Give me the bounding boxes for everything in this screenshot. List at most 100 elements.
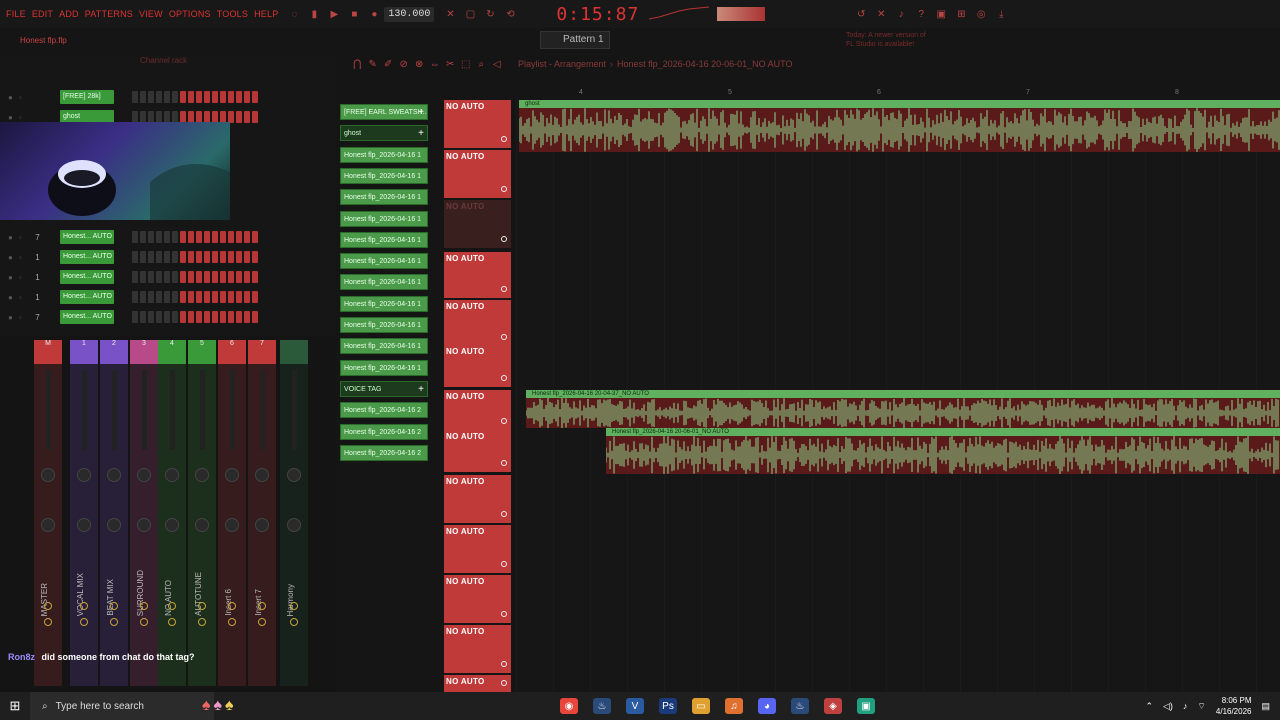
step-button[interactable]	[220, 231, 226, 243]
mixer-strip[interactable]: 7 Insert 7	[248, 340, 276, 686]
step-button[interactable]	[212, 91, 218, 103]
menu-edit[interactable]: EDIT	[32, 9, 53, 19]
channel-mute-icon[interactable]: ●	[8, 93, 13, 102]
channel-number[interactable]: 1	[28, 273, 39, 282]
step-button[interactable]	[156, 291, 162, 303]
track-header[interactable]: NO AUTO	[444, 525, 511, 573]
channel-controls[interactable]: ● ◦	[0, 113, 60, 122]
step-button[interactable]	[244, 231, 250, 243]
track-mute-icon[interactable]	[501, 511, 507, 517]
step-sequencer[interactable]	[132, 251, 258, 263]
picker-item[interactable]: Honest flp_2026-04-16 1	[340, 146, 428, 163]
pan-knob[interactable]	[195, 468, 209, 482]
tools-icon[interactable]: ✕	[875, 8, 887, 20]
step-sequencer[interactable]	[132, 91, 258, 103]
step-button[interactable]	[140, 231, 146, 243]
step-button[interactable]	[148, 251, 154, 263]
channel-mute-icon[interactable]: ●	[8, 313, 13, 322]
volume-knob[interactable]	[137, 518, 151, 532]
step-button[interactable]	[140, 251, 146, 263]
picker-item[interactable]: [FREE] EARL SWEATSH... +	[340, 104, 428, 120]
step-button[interactable]	[180, 251, 186, 263]
route-icon[interactable]	[110, 618, 118, 626]
picker-item[interactable]: Honest flp_2026-04-16 1	[340, 295, 428, 312]
step-button[interactable]	[204, 311, 210, 323]
step-button[interactable]	[196, 291, 202, 303]
step-button[interactable]	[252, 91, 258, 103]
track-mute-icon[interactable]	[501, 460, 507, 466]
volume-knob[interactable]	[77, 518, 91, 532]
plugin-icon[interactable]: ⊞	[955, 8, 967, 20]
step-button[interactable]	[244, 291, 250, 303]
add-pattern-icon[interactable]: +	[418, 105, 424, 119]
route-icon[interactable]	[140, 618, 148, 626]
step-button[interactable]	[148, 91, 154, 103]
step-button[interactable]	[196, 271, 202, 283]
volume-knob[interactable]	[165, 518, 179, 532]
paint-icon[interactable]: ✐	[383, 58, 394, 70]
step-button[interactable]	[188, 91, 194, 103]
track-header[interactable]: NO AUTO	[444, 150, 511, 198]
track-mute-icon[interactable]	[501, 186, 507, 192]
menu-patterns[interactable]: PATTERNS	[85, 9, 133, 19]
channel-row[interactable]: ● ◦ 1 Honest... AUTO	[0, 269, 258, 285]
mixer-strip-header[interactable]: 2	[100, 340, 128, 364]
slice-icon[interactable]: ✂	[445, 58, 456, 70]
mixer-fader[interactable]	[200, 370, 205, 450]
step-button[interactable]	[132, 231, 138, 243]
menu-view[interactable]: VIEW	[139, 9, 163, 19]
step-button[interactable]	[196, 311, 202, 323]
step-button[interactable]	[252, 231, 258, 243]
channel-mute-icon[interactable]: ●	[8, 273, 13, 282]
mixer-strip[interactable]: 4 NO AUTO	[158, 340, 186, 686]
step-button[interactable]	[188, 231, 194, 243]
mixer-strip[interactable]: 2 BEAT MIX	[100, 340, 128, 686]
step-button[interactable]	[140, 271, 146, 283]
add-pattern-icon[interactable]: +	[418, 126, 424, 140]
step-button[interactable]	[180, 311, 186, 323]
step-button[interactable]	[164, 91, 170, 103]
mic-tray-icon[interactable]: ♪	[1183, 701, 1188, 711]
step-button[interactable]	[236, 291, 242, 303]
channel-mute-icon[interactable]: ●	[8, 233, 13, 242]
step-button[interactable]	[156, 311, 162, 323]
step-button[interactable]	[204, 291, 210, 303]
route-icon[interactable]	[258, 618, 266, 626]
step-button[interactable]	[228, 231, 234, 243]
step-button[interactable]	[196, 231, 202, 243]
mixer-fader[interactable]	[82, 370, 87, 450]
send-icon[interactable]	[290, 602, 298, 610]
wait-icon[interactable]: ▢	[464, 8, 476, 20]
channel-pan-icon[interactable]: ◦	[19, 253, 22, 262]
metronome-icon[interactable]: ✕	[444, 8, 456, 20]
step-button[interactable]	[236, 251, 242, 263]
record-icon[interactable]: ●	[368, 8, 380, 20]
step-button[interactable]	[212, 251, 218, 263]
step-sequencer[interactable]	[132, 291, 258, 303]
step-button[interactable]	[172, 291, 178, 303]
channel-row[interactable]: ● ◦ [FREE] 28k]	[0, 89, 258, 105]
step-button[interactable]	[180, 291, 186, 303]
step-button[interactable]	[212, 311, 218, 323]
mixer-strip-header[interactable]: 1	[70, 340, 98, 364]
track-mute-icon[interactable]	[501, 136, 507, 142]
mixer-fader[interactable]	[46, 370, 51, 450]
step-button[interactable]	[212, 231, 218, 243]
step-button[interactable]	[172, 231, 178, 243]
picker-item[interactable]: Honest flp_2026-04-16 1	[340, 253, 428, 270]
send-icon[interactable]	[110, 602, 118, 610]
menu-tools[interactable]: TOOLS	[217, 9, 248, 19]
channel-row[interactable]: ● ◦ 1 Honest... AUTO	[0, 249, 258, 265]
route-icon[interactable]	[168, 618, 176, 626]
step-button[interactable]	[252, 271, 258, 283]
tray-chevron-icon[interactable]: ⌃	[1145, 701, 1153, 712]
step-button[interactable]	[244, 311, 250, 323]
step-button[interactable]	[204, 231, 210, 243]
route-icon[interactable]	[198, 618, 206, 626]
send-icon[interactable]	[80, 602, 88, 610]
send-icon[interactable]	[258, 602, 266, 610]
step-button[interactable]	[252, 111, 258, 123]
pat-song-toggle-icon[interactable]: ▮	[308, 8, 320, 20]
step-button[interactable]	[148, 231, 154, 243]
select-icon[interactable]: ⬚	[461, 58, 472, 70]
